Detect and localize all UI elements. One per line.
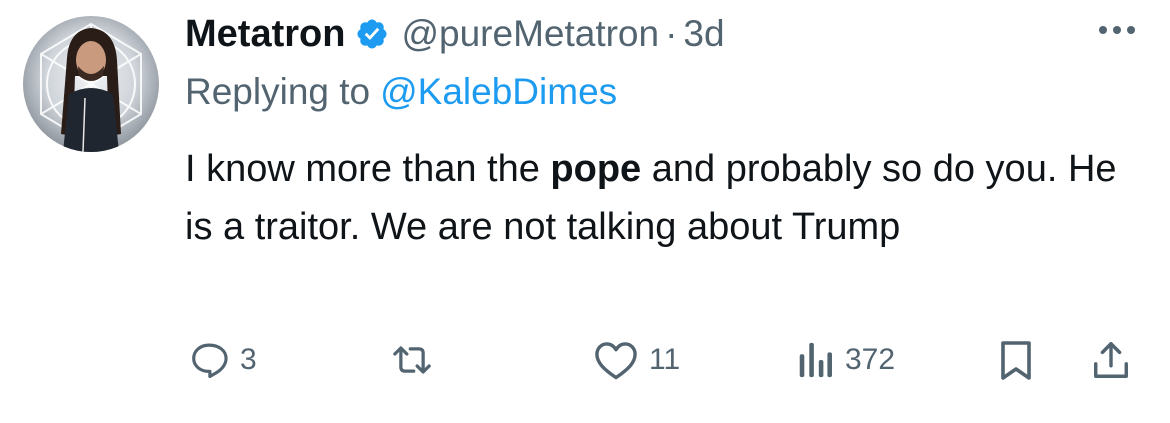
timestamp[interactable]: 3d: [683, 13, 724, 55]
reply-button[interactable]: 3: [188, 330, 257, 390]
avatar[interactable]: [23, 16, 159, 152]
share-button[interactable]: [1090, 330, 1132, 390]
verified-badge-icon: [355, 17, 389, 51]
tweet-text: I know more than the pope and probably s…: [185, 140, 1145, 256]
more-icon[interactable]: [1093, 18, 1141, 42]
views-count: 372: [845, 343, 896, 376]
retweet-icon: [388, 339, 436, 381]
replying-to-label: Replying to: [185, 71, 371, 112]
tweet-text-bold: pope: [550, 148, 642, 190]
bookmark-button[interactable]: [996, 330, 1036, 390]
tweet: Metatron @pureMetatron · 3d Replying to …: [0, 0, 1170, 423]
separator-dot: ·: [665, 13, 678, 54]
retweet-button[interactable]: [388, 330, 436, 390]
views-icon: [795, 339, 835, 381]
share-icon: [1090, 338, 1132, 382]
heart-icon: [593, 339, 639, 381]
replying-to-line: Replying to @KalebDimes: [185, 66, 617, 118]
tweet-text-start: I know more than the: [185, 148, 551, 190]
action-bar: 3 11 372: [0, 330, 1170, 390]
tweet-header: Metatron @pureMetatron · 3d: [185, 8, 725, 60]
views-button[interactable]: 372: [795, 330, 895, 390]
like-count: 11: [649, 343, 681, 376]
reply-icon: [188, 339, 230, 381]
replying-to-handle[interactable]: @KalebDimes: [380, 71, 617, 113]
reply-count: 3: [240, 343, 257, 376]
display-name[interactable]: Metatron: [185, 13, 345, 56]
like-button[interactable]: 11: [593, 330, 680, 390]
bookmark-icon: [996, 338, 1036, 382]
user-handle[interactable]: @pureMetatron: [401, 13, 659, 55]
